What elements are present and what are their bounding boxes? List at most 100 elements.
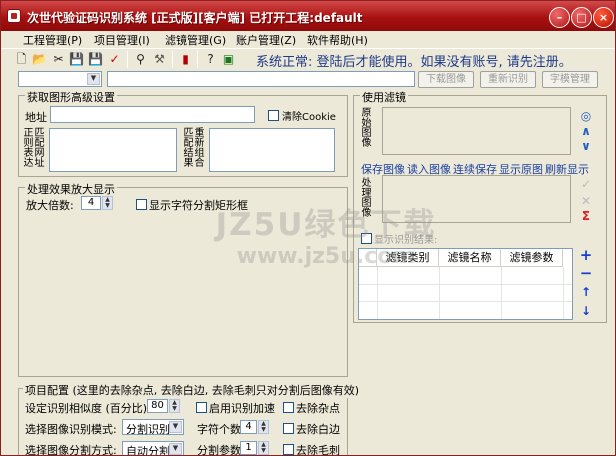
- char-count-input[interactable]: 4: [240, 420, 257, 434]
- download-image-button[interactable]: 下载图像: [418, 71, 474, 88]
- show-result-checkbox[interactable]: [361, 233, 372, 244]
- title-bar[interactable]: 次世代验证码识别系统 [正式版][客户端] 已打开工程:default – □ …: [1, 1, 615, 31]
- remove-burr-label: 去除毛刺: [296, 444, 340, 456]
- similarity-input[interactable]: 80: [147, 399, 168, 413]
- split-param-input[interactable]: 1: [240, 441, 257, 455]
- clear-cookie-checkbox[interactable]: [268, 110, 279, 121]
- save-all-icon[interactable]: 💾: [88, 52, 103, 67]
- menu-account[interactable]: 账户管理(Z): [236, 32, 296, 48]
- accelerate-label: 启用识别加速: [209, 402, 275, 415]
- split-param-label: 分割参数: [197, 444, 241, 456]
- processed-image-box: [382, 175, 571, 223]
- minus-icon[interactable]: −: [579, 266, 593, 281]
- url-input[interactable]: [107, 71, 415, 87]
- char-count-stepper[interactable]: ▲ ▼: [258, 420, 269, 434]
- similarity-label: 设定识别相似度 (百分比):: [25, 402, 151, 415]
- check-icon[interactable]: ✓: [579, 177, 593, 191]
- table-corner: [359, 249, 377, 267]
- chevron-down-icon[interactable]: ▼: [169, 443, 182, 455]
- down-icon[interactable]: ∨: [579, 139, 593, 153]
- column-header[interactable]: 滤镜名称: [439, 249, 501, 267]
- chevron-down-icon[interactable]: ▼: [169, 421, 182, 433]
- remove-border-checkbox[interactable]: [283, 423, 294, 434]
- remove-noise-label: 去除杂点: [296, 402, 340, 415]
- char-count-label: 字符个数: [197, 423, 241, 436]
- get-image-panel-title: 获取图形高级设置: [25, 89, 117, 105]
- maximize-button[interactable]: □: [571, 7, 592, 28]
- zoom-label: 放大倍数:: [26, 199, 74, 212]
- project-config-title: 项目配置 (这里的去除杂点, 去除白边, 去除毛刺只对分割后图像有效): [23, 382, 362, 398]
- help-icon[interactable]: ?: [203, 52, 218, 67]
- close-icon[interactable]: ✕: [579, 194, 593, 208]
- remove-border-label: 去除白边: [296, 423, 340, 436]
- zoom-panel-title: 处理效果放大显示: [25, 181, 117, 197]
- save-icon[interactable]: 💾: [69, 52, 84, 67]
- column-header[interactable]: 滤镜类别: [377, 249, 439, 267]
- binoculars-icon[interactable]: ⚲: [133, 52, 148, 67]
- window-title: 次世代验证码识别系统 [正式版][客户端] 已打开工程:default: [27, 11, 363, 25]
- plus-icon[interactable]: +: [579, 248, 593, 263]
- zoom-stepper[interactable]: ▲ ▼: [102, 196, 113, 210]
- address-label: 地址: [25, 111, 47, 124]
- menu-bar: 工程管理(P) 项目管理(I) 滤镜管理(G) 账户管理(Z) 软件帮助(H): [1, 31, 615, 48]
- mode-select[interactable]: 分割识别 ▼: [122, 419, 184, 436]
- column-header[interactable]: 滤镜参数: [501, 249, 563, 267]
- toolbar-separator: [197, 51, 198, 68]
- accelerate-checkbox[interactable]: [196, 402, 207, 413]
- show-result-label: 显示识别结果:: [374, 235, 438, 246]
- match-result-textarea[interactable]: [209, 128, 335, 172]
- menu-project[interactable]: 工程管理(P): [23, 32, 82, 48]
- zoom-input[interactable]: 4: [81, 196, 101, 210]
- regex-label: 正则表达: [23, 128, 34, 169]
- remove-burr-checkbox[interactable]: [283, 444, 294, 455]
- processed-image-label: 处理图像: [361, 178, 372, 219]
- app-shield-icon[interactable]: [7, 9, 21, 23]
- cut-icon[interactable]: ✂: [51, 52, 66, 67]
- table-col-line: [501, 267, 502, 319]
- sigma-icon[interactable]: Σ: [579, 209, 593, 223]
- address-input[interactable]: [50, 106, 255, 123]
- mode-label: 选择图像识别模式:: [25, 423, 117, 436]
- re-recognize-button[interactable]: 重新识别: [480, 71, 536, 88]
- target-icon[interactable]: ◎: [579, 109, 593, 123]
- split-param-stepper[interactable]: ▲ ▼: [258, 441, 269, 455]
- table-col-line: [439, 267, 440, 319]
- tools-icon[interactable]: ⚒: [152, 52, 167, 67]
- remove-noise-checkbox[interactable]: [283, 402, 294, 413]
- regex-textarea[interactable]: [49, 128, 177, 172]
- show-rect-label: 显示字符分割矩形框: [149, 199, 248, 212]
- new-icon[interactable]: 🗋: [14, 52, 29, 67]
- menu-item-manage[interactable]: 项目管理(I): [94, 32, 150, 48]
- filter-panel-title: 使用滤镜: [360, 89, 408, 105]
- original-image-box: [382, 107, 571, 155]
- table-row[interactable]: [359, 301, 572, 302]
- table-row[interactable]: [359, 284, 572, 285]
- show-rect-checkbox[interactable]: [136, 199, 147, 210]
- original-image-label: 原始图像: [361, 108, 372, 149]
- app-window: 次世代验证码识别系统 [正式版][客户端] 已打开工程:default – □ …: [0, 0, 616, 456]
- chart-icon[interactable]: ▮: [178, 52, 193, 67]
- split-label: 选择图像分割方式:: [25, 444, 117, 456]
- toolbar-separator: [127, 51, 128, 68]
- move-down-icon[interactable]: ↓: [579, 304, 593, 318]
- chevron-down-icon[interactable]: ▼: [87, 73, 100, 85]
- split-select[interactable]: 自动分割 ▼: [122, 441, 184, 456]
- filter-table[interactable]: 滤镜类别 滤镜名称 滤镜参数: [358, 248, 573, 320]
- check-icon[interactable]: ✓: [107, 52, 122, 67]
- similarity-stepper[interactable]: ▲ ▼: [169, 399, 180, 413]
- move-up-icon[interactable]: ↑: [579, 285, 593, 299]
- close-button[interactable]: ×: [593, 7, 614, 28]
- project-select[interactable]: ▼: [18, 71, 102, 87]
- mode-value: 分割识别: [126, 423, 170, 436]
- image-icon[interactable]: ▣: [221, 52, 236, 67]
- open-icon[interactable]: 📂: [32, 52, 47, 67]
- regroup-label: 重新组合: [194, 128, 205, 169]
- zoom-panel: [18, 187, 348, 377]
- font-manage-button[interactable]: 字模管理: [542, 71, 598, 88]
- up-icon[interactable]: ∧: [579, 124, 593, 138]
- menu-help[interactable]: 软件帮助(H): [307, 32, 368, 48]
- table-col-line: [563, 267, 564, 319]
- split-value: 自动分割: [126, 445, 170, 456]
- menu-filter[interactable]: 滤镜管理(G): [165, 32, 226, 48]
- minimize-button[interactable]: –: [549, 7, 570, 28]
